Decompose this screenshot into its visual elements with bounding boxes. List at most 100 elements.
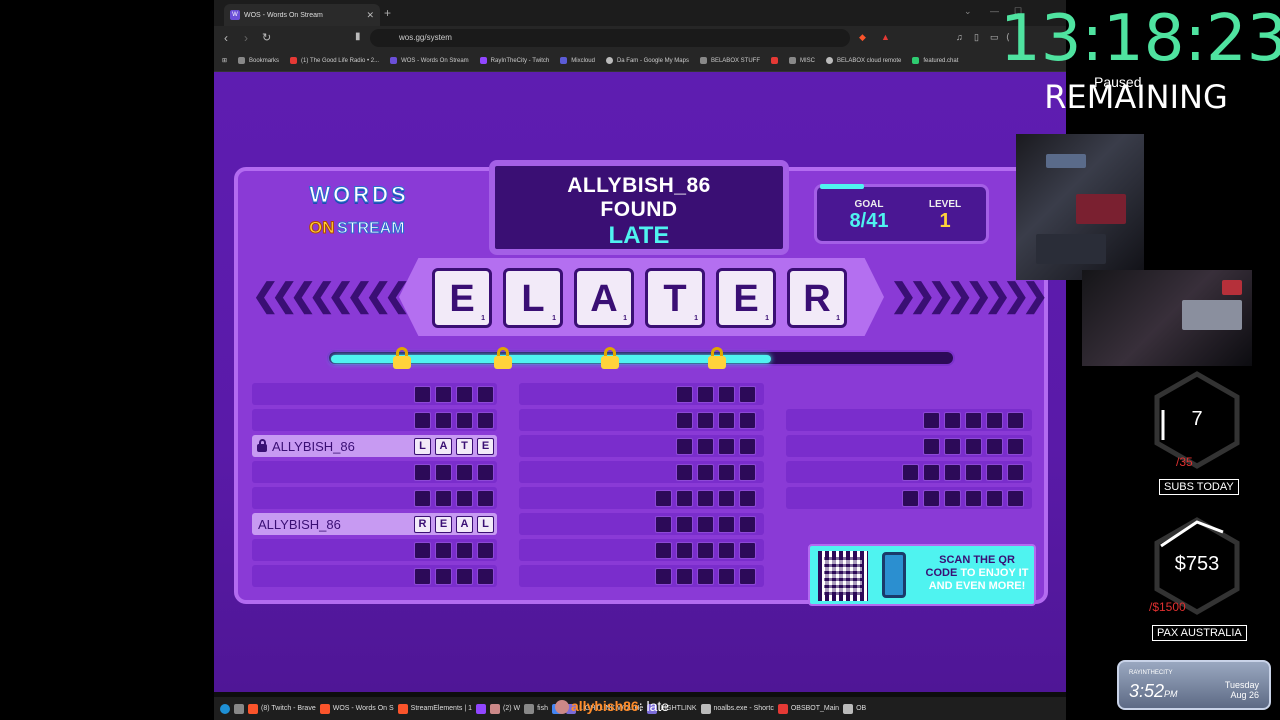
word-cell bbox=[697, 412, 714, 429]
goal-progress-bar bbox=[820, 184, 864, 189]
word-cell bbox=[655, 516, 672, 533]
word-cell bbox=[986, 464, 1003, 481]
taskbar-item[interactable]: (2) W bbox=[490, 703, 520, 714]
money-goal: /$1500 bbox=[1149, 600, 1186, 614]
apps-icon[interactable]: ⊞ bbox=[222, 57, 227, 64]
bookmark-icon[interactable]: ▮ bbox=[355, 31, 361, 42]
edge-icon[interactable] bbox=[220, 703, 230, 714]
word-cell bbox=[923, 438, 940, 455]
taskbar-item[interactable]: fish bbox=[524, 703, 548, 714]
word-cell bbox=[965, 438, 982, 455]
word-cell bbox=[655, 490, 672, 507]
brave-rewards-icon[interactable]: ▲ bbox=[881, 32, 890, 42]
word-cell bbox=[718, 568, 735, 585]
bookmark-item[interactable]: WOS - Words On Stream bbox=[390, 57, 469, 64]
chevron-down-icon[interactable]: ⌄ bbox=[964, 6, 972, 17]
word-cell bbox=[676, 438, 693, 455]
word-cell bbox=[456, 412, 473, 429]
letter-tile-points: 1 bbox=[836, 315, 840, 322]
back-icon[interactable]: ‹ bbox=[224, 31, 228, 45]
browser-tab[interactable]: W WOS - Words On Stream ✕ bbox=[224, 4, 380, 26]
word-cell bbox=[676, 490, 693, 507]
taskbar-item[interactable] bbox=[476, 703, 486, 714]
word-cell bbox=[944, 464, 961, 481]
taskbar-app-icon[interactable] bbox=[234, 703, 244, 714]
bookmark-item[interactable]: Da Fam - Google My Maps bbox=[605, 57, 689, 64]
taskbar-app-icon bbox=[319, 703, 330, 714]
browser-toolbar: ‹ › ↻ ▮ wos.gg/system ◆ ▲ ♫ ▯ ▭ ⟨ bbox=[214, 26, 1066, 50]
reload-icon[interactable]: ↻ bbox=[262, 31, 271, 44]
twitch-icon bbox=[479, 57, 487, 64]
clock-widget: RAYINTHECITY 3:52PM Tuesday Aug 26 bbox=[1117, 660, 1271, 710]
word-cell bbox=[435, 568, 452, 585]
bookmark-item[interactable]: Mixcloud bbox=[560, 57, 595, 64]
minimize-icon[interactable]: — bbox=[990, 6, 999, 16]
taskbar-item-label: OBSBOT_Main bbox=[790, 705, 840, 712]
taskbar-item[interactable]: WOS - Words On S bbox=[319, 703, 394, 714]
found-word-panel: ALLYBISH_86 FOUND LATE bbox=[489, 160, 789, 255]
address-bar[interactable]: wos.gg/system bbox=[370, 29, 850, 47]
word-cell bbox=[435, 542, 452, 559]
sidebar-icon[interactable]: ▯ bbox=[974, 32, 979, 43]
word-cell bbox=[676, 568, 693, 585]
bookmark-item[interactable]: MISC bbox=[788, 57, 815, 64]
word-cell bbox=[965, 412, 982, 429]
taskbar-item[interactable]: (8) Twitch - Brave bbox=[248, 703, 316, 714]
qr-code-icon[interactable] bbox=[818, 551, 868, 601]
word-cell bbox=[477, 542, 494, 559]
word-cell bbox=[739, 464, 756, 481]
tab-strip: W WOS - Words On Stream ✕ + ⌄ — ☐ bbox=[214, 0, 1066, 26]
taskbar-item[interactable]: noalbs.exe - Shortc bbox=[700, 703, 774, 714]
word-cell bbox=[456, 542, 473, 559]
letter-tile-char: E bbox=[733, 278, 759, 320]
folder-icon bbox=[788, 57, 796, 64]
globe-icon bbox=[825, 57, 833, 64]
bookmark-item[interactable]: BELABOX STUFF bbox=[699, 57, 760, 64]
clock-time-value: 3:52 bbox=[1129, 681, 1165, 701]
word-row bbox=[786, 487, 1032, 509]
bookmark-item[interactable]: Bookmarks bbox=[238, 57, 279, 64]
bookmark-item[interactable] bbox=[770, 57, 778, 64]
taskbar-item[interactable]: OB bbox=[843, 703, 866, 714]
word-cell bbox=[902, 464, 919, 481]
letter-tile-points: 1 bbox=[765, 315, 769, 322]
word-cell bbox=[739, 412, 756, 429]
word-cell bbox=[718, 542, 735, 559]
word-cell bbox=[414, 386, 431, 403]
word-cell bbox=[435, 490, 452, 507]
taskbar-item-label: StreamElements | 1 bbox=[410, 705, 472, 712]
taskbar-item-label: (8) Twitch - Brave bbox=[261, 705, 316, 712]
new-tab-icon[interactable]: + bbox=[384, 6, 391, 20]
finder-name: ALLYBISH_86 bbox=[272, 439, 355, 454]
word-cell bbox=[944, 438, 961, 455]
word-cell bbox=[923, 490, 940, 507]
word-row bbox=[519, 383, 764, 405]
bookmark-item[interactable]: (1) The Good Life Radio • 2... bbox=[290, 57, 379, 64]
word-row bbox=[252, 539, 497, 561]
letter-tile: E1 bbox=[432, 268, 492, 328]
word-cell bbox=[1007, 464, 1024, 481]
bookmark-item[interactable]: BELABOX cloud remote bbox=[825, 57, 901, 64]
word-cell bbox=[414, 412, 431, 429]
close-tab-icon[interactable]: ✕ bbox=[366, 10, 374, 21]
music-icon[interactable]: ♫ bbox=[956, 32, 963, 42]
word-cell bbox=[718, 386, 735, 403]
mixcloud-icon bbox=[560, 57, 568, 64]
webcam-feed bbox=[1016, 134, 1144, 280]
taskbar-item[interactable]: OBSBOT_Main bbox=[777, 703, 840, 714]
taskbar-item[interactable]: StreamElements | 1 bbox=[397, 703, 472, 714]
word-row bbox=[252, 461, 497, 483]
bookmark-item[interactable]: featured.chat bbox=[912, 57, 958, 64]
clock-date-value: Aug 26 bbox=[1230, 690, 1259, 700]
brave-shield-icon[interactable]: ◆ bbox=[859, 32, 866, 43]
word-row bbox=[786, 435, 1032, 457]
forward-icon[interactable]: › bbox=[244, 31, 248, 45]
wallet-icon[interactable]: ▭ bbox=[990, 32, 999, 43]
bookmark-item[interactable]: RayInTheCity - Twitch bbox=[479, 57, 549, 64]
subs-goal: /35 bbox=[1176, 455, 1193, 469]
word-cell bbox=[676, 386, 693, 403]
word-cell bbox=[477, 464, 494, 481]
word-row bbox=[252, 487, 497, 509]
word-row bbox=[519, 565, 764, 587]
qr-promo-panel[interactable]: SCAN THE QR CODE TO ENJOY IT AND EVEN MO… bbox=[808, 544, 1036, 606]
